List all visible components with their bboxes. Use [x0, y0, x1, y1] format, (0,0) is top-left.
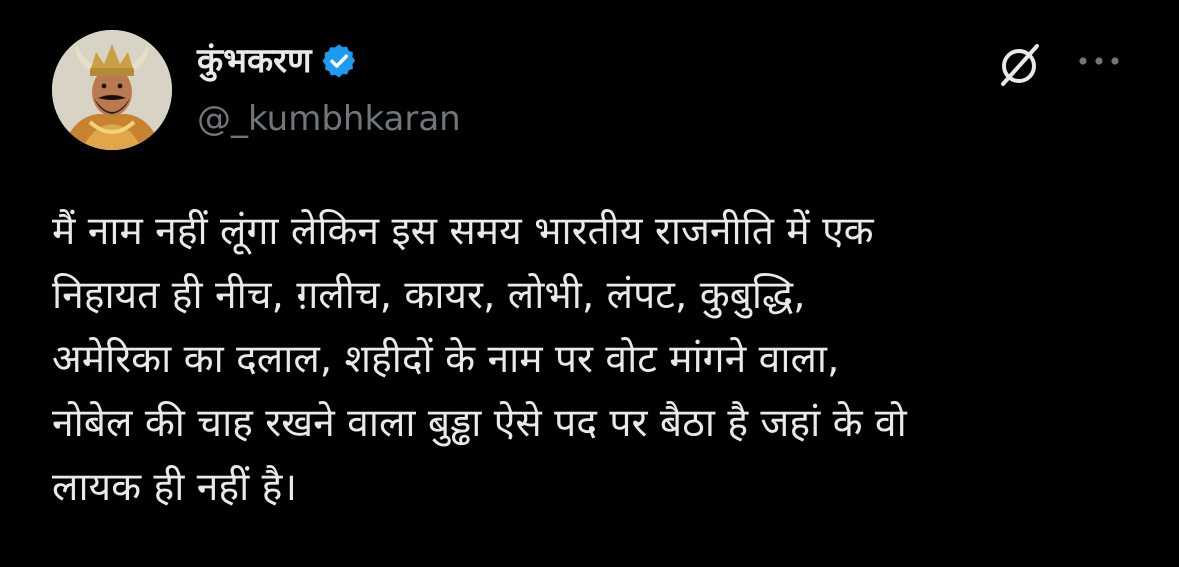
tweet-card: कुंभकरण @_kumbhkaran मैं नाम नहीं लूंगा …	[0, 0, 1179, 567]
tweet-text-line: लायक ही नहीं है।	[52, 465, 298, 510]
tweet-text-line: नोबेल की चाह रखने वाला बुड्ढा ऐसे पद पर …	[52, 401, 907, 446]
display-name[interactable]: कुंभकरण	[197, 36, 312, 86]
tweet-text: मैं नाम नहीं लूंगा लेकिन इस समय भारतीय र…	[52, 200, 1152, 520]
tweet-text-line: निहायत ही नीच, ग़लीच, कायर, लोभी, लंपट, …	[52, 273, 806, 318]
tweet-text-line: मैं नाम नहीं लूंगा लेकिन इस समय भारतीय र…	[52, 209, 874, 254]
avatar[interactable]	[52, 30, 172, 150]
tweet-text-line: अमेरिका का दलाल, शहीदों के नाम पर वोट मा…	[52, 337, 840, 382]
grok-icon[interactable]	[995, 40, 1045, 90]
author-name-row: कुंभकरण	[197, 36, 358, 86]
author-handle[interactable]: @_kumbhkaran	[197, 96, 461, 142]
verified-badge-icon[interactable]	[320, 42, 358, 80]
more-options-icon[interactable]	[1075, 46, 1123, 76]
